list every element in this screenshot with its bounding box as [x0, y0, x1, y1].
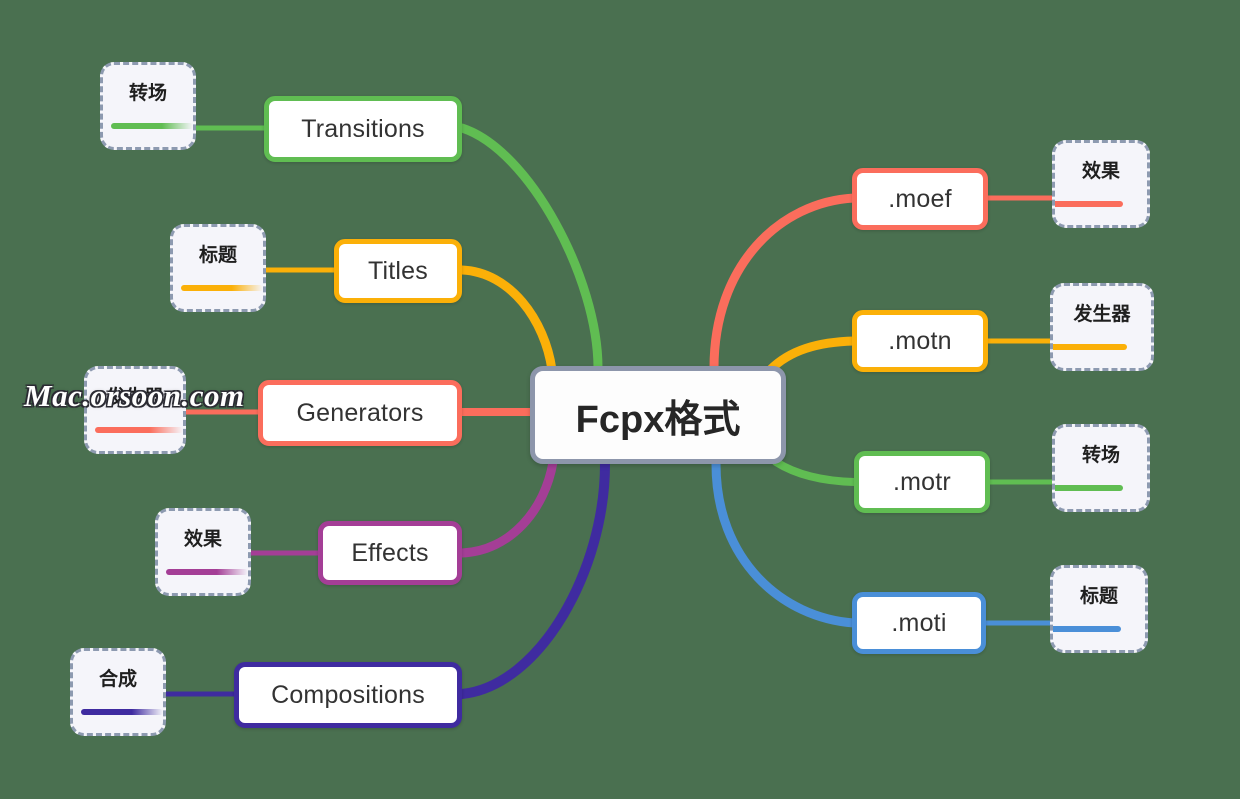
leaf-label: 效果 — [1081, 161, 1120, 182]
branch-label: Effects — [351, 538, 429, 567]
leaf-underline — [1055, 485, 1123, 491]
branch-node-compositions[interactable]: Compositions — [234, 662, 462, 728]
edge-root-titles — [457, 265, 557, 375]
leaf-label: 标题 — [1079, 586, 1118, 607]
leaf-node-moef[interactable]: 效果 — [1052, 140, 1150, 228]
edge-root-motr — [772, 458, 858, 486]
leaf-underline — [1055, 201, 1123, 207]
leaf-underline — [1053, 626, 1121, 632]
leaf-node-motn[interactable]: 发生器 — [1050, 283, 1154, 371]
branch-node-motr[interactable]: .motr — [854, 451, 990, 513]
branch-label: Titles — [367, 256, 428, 285]
branch-node-motn[interactable]: .motn — [852, 310, 988, 372]
branch-label: Transitions — [301, 114, 425, 143]
leaf-underline — [81, 709, 163, 715]
leaf-node-compositions[interactable]: 合成 — [70, 648, 166, 736]
branch-label: .moti — [891, 608, 947, 637]
root-label: Fcpx格式 — [575, 398, 741, 441]
branch-label: .motn — [888, 326, 952, 355]
branch-node-titles[interactable]: Titles — [334, 239, 462, 303]
leaf-label: 转场 — [1081, 445, 1120, 466]
leaf-underline — [111, 123, 193, 129]
branch-label: .moef — [888, 184, 952, 213]
leaf-underline — [1053, 344, 1127, 350]
leaf-underline — [95, 427, 183, 433]
leaf-node-moti[interactable]: 标题 — [1050, 565, 1148, 653]
edge-root-compositions — [457, 459, 610, 699]
watermark: Mac.orsoon.com — [24, 378, 245, 413]
root-node[interactable]: Fcpx格式 — [530, 366, 786, 464]
branch-node-moef[interactable]: .moef — [852, 168, 988, 230]
leaf-label: 转场 — [128, 83, 167, 104]
edge-root-moti — [711, 459, 859, 628]
branch-node-transitions[interactable]: Transitions — [264, 96, 462, 162]
leaf-node-motr[interactable]: 转场 — [1052, 424, 1150, 512]
branch-label: Compositions — [271, 680, 425, 709]
branch-node-effects[interactable]: Effects — [318, 521, 462, 585]
leaf-node-transitions[interactable]: 转场 — [100, 62, 196, 150]
edge-root-transitions — [457, 123, 603, 373]
edge-root-effects — [457, 457, 558, 558]
leaf-node-effects[interactable]: 效果 — [155, 508, 251, 596]
edge-root-motn — [765, 336, 859, 375]
leaf-label: 发生器 — [1073, 304, 1131, 325]
leaf-underline — [181, 285, 263, 291]
leaf-label: 合成 — [98, 669, 137, 690]
leaf-node-titles[interactable]: 标题 — [170, 224, 266, 312]
branch-node-generators[interactable]: Generators — [258, 380, 462, 446]
leaf-underline — [166, 569, 248, 575]
branch-label: Generators — [296, 398, 424, 427]
mindmap-canvas: 转场 标题 发生器 效果 合成 Transitions Titles Gener… — [0, 0, 1240, 799]
leaf-label: 标题 — [198, 245, 237, 266]
edge-root-moef — [709, 193, 859, 373]
branch-label: .motr — [893, 467, 951, 496]
branch-node-moti[interactable]: .moti — [852, 592, 986, 654]
leaf-label: 效果 — [183, 529, 222, 550]
